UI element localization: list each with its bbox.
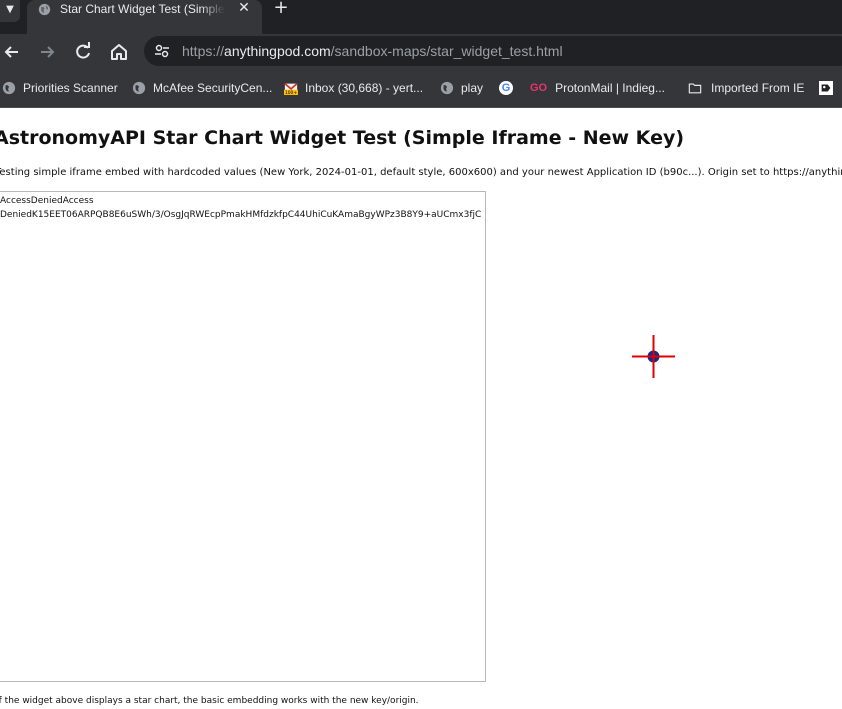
globe-icon <box>2 81 16 95</box>
bookmark-label: ProtonMail | Indieg... <box>555 81 665 95</box>
back-button[interactable] <box>0 40 24 64</box>
url-text[interactable]: https://anythingpod.com/sandbox-maps/sta… <box>182 42 563 60</box>
bookmark-inbox[interactable]: 100+ Inbox (30,668) - yert... <box>284 79 423 97</box>
page-description: Testing simple iframe embed with hardcod… <box>0 167 842 178</box>
tab-active[interactable]: Star Chart Widget Test (Simple Iframe - … <box>27 0 262 34</box>
bookmark-folder-imported[interactable]: Imported From IE <box>688 79 804 97</box>
bookmark-mcafee[interactable]: McAfee SecurityCen... <box>132 79 272 97</box>
folder-icon <box>688 83 702 94</box>
google-icon: G <box>499 81 513 95</box>
iframe-error-message: AccessDeniedAccess DeniedK15EET06ARPQB8E… <box>0 194 484 222</box>
new-tab-button[interactable]: + <box>270 0 292 18</box>
go-icon: GO <box>530 82 548 94</box>
star-chart-iframe[interactable]: AccessDeniedAccess DeniedK15EET06ARPQB8E… <box>0 191 486 682</box>
home-icon <box>111 44 127 60</box>
tab-strip: ▼ Star Chart Widget Test (Simple Iframe … <box>0 0 842 34</box>
home-button[interactable] <box>107 40 131 64</box>
forward-button[interactable] <box>35 40 59 64</box>
arrow-right-icon <box>41 46 55 58</box>
bookmark-priorities-scanner[interactable]: Priorities Scanner <box>2 79 118 97</box>
url-scheme: https:// <box>182 43 225 59</box>
tab-title: Star Chart Widget Test (Simple Iframe - … <box>60 2 225 16</box>
address-bar[interactable]: https://anythingpod.com/sandbox-maps/sta… <box>144 36 842 66</box>
bookmark-icon <box>819 81 833 95</box>
page-title: AstronomyAPI Star Chart Widget Test (Sim… <box>0 127 685 149</box>
url-host: anythingpod.com <box>224 43 331 59</box>
tune-icon[interactable] <box>154 43 170 59</box>
iframe-error-line: DeniedK15EET06ARPQB8E6uSWh/3/OsgJqRWEcpP… <box>0 210 482 220</box>
browser-toolbar: https://anythingpod.com/sandbox-maps/sta… <box>0 34 842 70</box>
globe-icon <box>38 3 51 16</box>
url-path: /sandbox-maps/star_widget_test.html <box>330 43 563 59</box>
bookmark-label: Priorities Scanner <box>23 81 118 95</box>
globe-icon <box>132 81 146 95</box>
reload-button[interactable] <box>71 40 95 64</box>
globe-icon <box>440 81 454 95</box>
bookmark-extra[interactable] <box>819 79 840 97</box>
svg-text:100+: 100+ <box>285 90 297 95</box>
arrow-left-icon <box>4 46 18 58</box>
chevron-down-icon: ▼ <box>6 4 14 15</box>
bookmark-protonmail[interactable]: GO ProtonMail | Indieg... <box>530 79 665 97</box>
close-icon[interactable]: ✕ <box>235 0 253 18</box>
bookmark-label: play <box>461 81 484 95</box>
bookmark-google[interactable]: G <box>499 79 513 97</box>
mail-icon: 100+ <box>284 82 298 95</box>
page-note: If the widget above displays a star char… <box>0 696 419 706</box>
reload-icon <box>76 42 90 59</box>
crosshair-cursor-icon <box>632 335 675 378</box>
bookmark-label: Inbox (30,668) - yert... <box>305 81 424 95</box>
bookmarks-bar: Priorities Scanner McAfee SecurityCen...… <box>0 70 842 108</box>
bookmark-label: Imported From IE <box>711 81 805 95</box>
bookmark-play[interactable]: play <box>440 79 483 97</box>
page-content: AstronomyAPI Star Chart Widget Test (Sim… <box>0 108 842 709</box>
plus-icon: + <box>273 0 289 18</box>
iframe-error-line: AccessDeniedAccess <box>0 196 94 206</box>
tab-search-button[interactable]: ▼ <box>0 0 20 22</box>
bookmark-label: McAfee SecurityCen... <box>153 81 273 95</box>
